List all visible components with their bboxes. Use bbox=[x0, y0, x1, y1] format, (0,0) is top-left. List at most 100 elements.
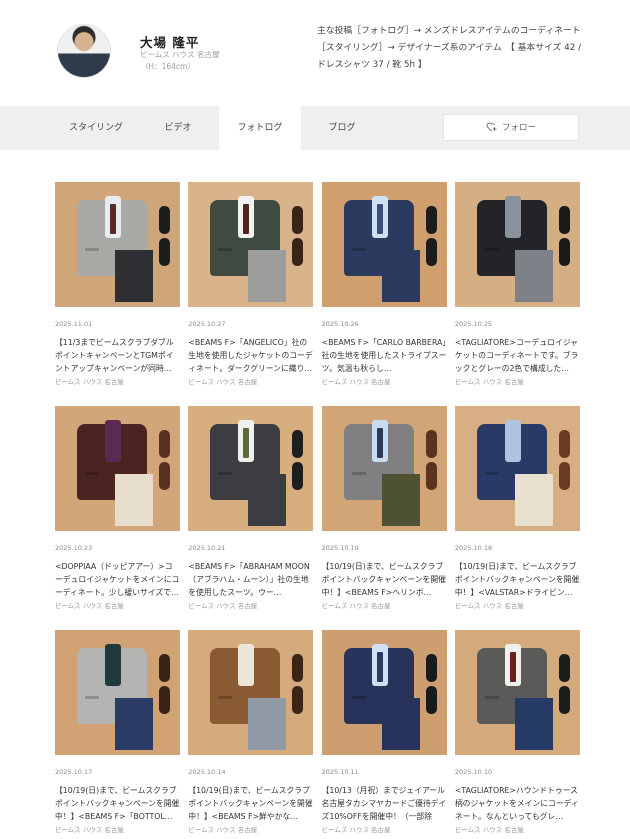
post-shop[interactable]: ビームス ハウス 名古屋 bbox=[322, 600, 447, 610]
pants-shape bbox=[248, 250, 287, 302]
post-photo[interactable] bbox=[188, 630, 314, 755]
post-photo[interactable] bbox=[321, 630, 447, 755]
post-photo[interactable] bbox=[321, 182, 447, 307]
post-photo[interactable] bbox=[55, 182, 180, 307]
post-shop[interactable]: ビームス ハウス 名古屋 bbox=[55, 824, 180, 834]
post-shop[interactable]: ビームス ハウス 名古屋 bbox=[455, 824, 580, 834]
post-caption[interactable]: <TAGLIATORE>ハウンドトゥース柄のジャケットをメインにコーディネート。… bbox=[455, 784, 580, 823]
post-caption[interactable]: <DOPPIAA（ドッピアアー）>コーデュロイジャケットをメインにコーディネート… bbox=[55, 560, 180, 599]
pocket-shape bbox=[218, 472, 233, 475]
profile-height: （H：164cm） bbox=[141, 62, 195, 71]
post-caption[interactable]: <TAGLIATORE>コーデュロイジャケットのコーディネートです。ブラックとグ… bbox=[455, 336, 580, 375]
post-card[interactable]: 2025.10.26 <BEAMS F>「CARLO BARBERA」社の生地を使… bbox=[321, 182, 447, 386]
tab-video[interactable]: ビデオ bbox=[145, 106, 211, 150]
post-card[interactable]: 2025.10.10 <TAGLIATORE>ハウンドトゥース柄のジャケットをメイ… bbox=[454, 630, 580, 834]
post-shop[interactable]: ビームス ハウス 名古屋 bbox=[322, 824, 447, 834]
post-caption[interactable]: <BEAMS F>「ABRAHAM MOON（アブラハム・ムーン）」社の生地を使… bbox=[188, 560, 313, 599]
post-card[interactable]: 2025.10.19 【10/19(日)まで、ビームスクラブポイントバックキャンペ… bbox=[321, 406, 447, 610]
pocket-shape bbox=[85, 696, 99, 699]
post-card[interactable]: 2025.10.14 【10/19(日)まで、ビームスクラブポイントバックキャンペ… bbox=[188, 630, 314, 834]
pocket-shape bbox=[218, 248, 233, 251]
post-shop[interactable]: ビームス ハウス 名古屋 bbox=[455, 376, 580, 386]
post-photo[interactable] bbox=[188, 182, 314, 307]
shoe-shape bbox=[159, 654, 170, 682]
pants-shape bbox=[381, 474, 420, 526]
pants-shape bbox=[248, 698, 287, 750]
post-photo[interactable] bbox=[454, 406, 580, 531]
post-shop[interactable]: ビームス ハウス 名古屋 bbox=[55, 376, 180, 386]
post-card[interactable]: 2025.10.23 <DOPPIAA（ドッピアアー）>コーデュロイジャケットをメ… bbox=[55, 406, 180, 610]
post-date: 2025.10.23 bbox=[55, 544, 93, 552]
profile-shop[interactable]: ビームス ハウス 名古屋 bbox=[140, 49, 220, 60]
post-card[interactable]: 2025.10.11 【10/13（月祝）までジェイアール名古屋タカシマヤカードご… bbox=[321, 630, 447, 834]
post-shop[interactable]: ビームス ハウス 名古屋 bbox=[322, 376, 447, 386]
post-caption[interactable]: 【10/19(日)まで、ビームスクラブポイントバックキャンペーンを開催中！】<V… bbox=[455, 560, 580, 599]
shoe-shape bbox=[159, 686, 170, 714]
post-card[interactable]: 2025.10.18 【10/19(日)まで、ビームスクラブポイントバックキャンペ… bbox=[454, 406, 580, 610]
shoe-shape bbox=[558, 238, 570, 266]
post-photo[interactable] bbox=[55, 406, 180, 531]
post-caption[interactable]: <BEAMS F>「CARLO BARBERA」社の生地を使用したストライプスー… bbox=[322, 336, 447, 375]
post-card[interactable]: 2025.10.27 <BEAMS F>「ANGELICO」社の生地を使用したジャ… bbox=[188, 182, 314, 386]
tie-shape bbox=[509, 428, 516, 458]
shoe-shape bbox=[292, 686, 304, 714]
post-shop[interactable]: ビームス ハウス 名古屋 bbox=[188, 824, 313, 834]
post-photo[interactable] bbox=[321, 406, 447, 531]
profile-intro: 主な投稿［フォトログ］→ メンズドレスアイテムのコーディネート［スタイリング］→… bbox=[317, 26, 582, 70]
tie-shape bbox=[110, 428, 116, 458]
pocket-shape bbox=[484, 696, 499, 699]
tie-shape bbox=[243, 652, 250, 682]
shoe-shape bbox=[558, 462, 570, 490]
post-card[interactable]: 2025.10.17 【10/19(日)まで、ビームスクラブポイントバックキャンペ… bbox=[55, 630, 180, 834]
post-caption[interactable]: 【11/3までビームスクラブダブルポイントキャンペーンとTGMポイントアップキャ… bbox=[55, 336, 180, 375]
profile-header: 大場 隆平 ビームス ハウス 名古屋 （H：164cm） 主な投稿［フォトログ］… bbox=[0, 0, 630, 106]
shoe-shape bbox=[425, 238, 437, 266]
post-date: 2025.10.25 bbox=[454, 320, 493, 328]
post-caption[interactable]: 【10/13（月祝）までジェイアール名古屋タカシマヤカードご優待デイズ10%OF… bbox=[322, 784, 447, 823]
tab-photolog[interactable]: フォトログ bbox=[219, 106, 301, 150]
follow-button[interactable]: フォロー bbox=[443, 114, 579, 141]
post-caption[interactable]: <BEAMS F>「ANGELICO」社の生地を使用したジャケットのコーディネー… bbox=[188, 336, 313, 375]
pocket-shape bbox=[351, 696, 366, 699]
post-card[interactable]: 2025.10.25 <TAGLIATORE>コーデュロイジャケットのコーディネー… bbox=[454, 182, 580, 386]
shoe-shape bbox=[292, 206, 304, 234]
tab-styling[interactable]: スタイリング bbox=[55, 106, 137, 150]
post-caption[interactable]: 【10/19(日)まで、ビームスクラブポイントバックキャンペーンを開催中！】<B… bbox=[322, 560, 447, 599]
post-photo[interactable] bbox=[188, 406, 314, 531]
post-shop[interactable]: ビームス ハウス 名古屋 bbox=[455, 600, 580, 610]
pocket-shape bbox=[85, 248, 99, 251]
shoe-shape bbox=[159, 430, 170, 458]
post-shop[interactable]: ビームス ハウス 名古屋 bbox=[55, 600, 180, 610]
follow-heart-plus-icon bbox=[486, 122, 497, 132]
post-shop[interactable]: ビームス ハウス 名古屋 bbox=[188, 376, 313, 386]
post-caption[interactable]: 【10/19(日)まで、ビームスクラブポイントバックキャンペーンを開催中！】<B… bbox=[55, 784, 180, 823]
pants-shape bbox=[381, 698, 420, 750]
pants-shape bbox=[115, 250, 153, 302]
photolog-grid: 2025.11.01 【11/3までビームスクラブダブルポイントキャンペーンとTG… bbox=[55, 182, 580, 839]
shoe-shape bbox=[558, 206, 570, 234]
post-photo[interactable] bbox=[55, 630, 180, 755]
tie-shape bbox=[376, 428, 383, 458]
shoe-shape bbox=[425, 206, 437, 234]
pants-shape bbox=[514, 698, 553, 750]
post-photo[interactable] bbox=[454, 182, 580, 307]
pocket-shape bbox=[85, 472, 99, 475]
tie-shape bbox=[376, 204, 383, 234]
post-caption[interactable]: 【10/19(日)まで、ビームスクラブポイントバックキャンペーンを開催中！】<B… bbox=[188, 784, 313, 823]
post-shop[interactable]: ビームス ハウス 名古屋 bbox=[188, 600, 313, 610]
shoe-shape bbox=[159, 206, 170, 234]
shoe-shape bbox=[425, 462, 437, 490]
post-photo[interactable] bbox=[454, 630, 580, 755]
post-date: 2025.10.17 bbox=[55, 768, 93, 776]
pants-shape bbox=[514, 474, 553, 526]
post-card[interactable]: 2025.10.21 <BEAMS F>「ABRAHAM MOON（アブラハム・ム… bbox=[188, 406, 314, 610]
avatar[interactable] bbox=[57, 24, 111, 78]
shoe-shape bbox=[558, 430, 570, 458]
post-date: 2025.10.14 bbox=[188, 768, 226, 776]
post-date: 2025.10.18 bbox=[454, 544, 493, 552]
post-card[interactable]: 2025.11.01 【11/3までビームスクラブダブルポイントキャンペーンとTG… bbox=[55, 182, 180, 386]
pocket-shape bbox=[351, 472, 366, 475]
tab-blog[interactable]: ブログ bbox=[309, 106, 375, 150]
shoe-shape bbox=[292, 654, 304, 682]
shoe-shape bbox=[425, 654, 437, 682]
